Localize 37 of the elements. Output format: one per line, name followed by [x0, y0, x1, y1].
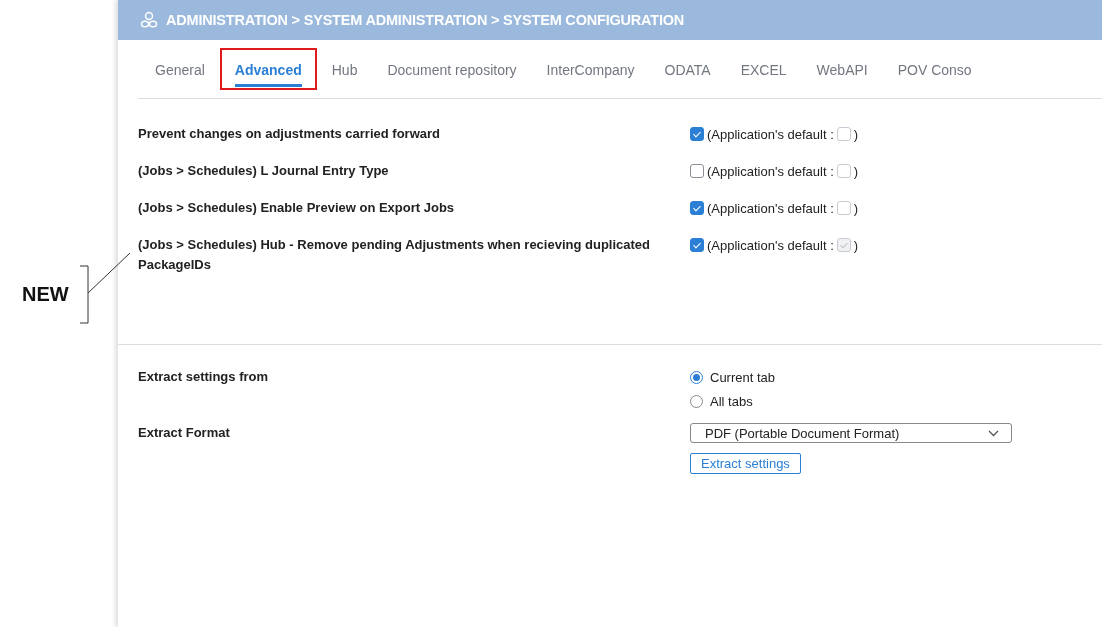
tab[interactable]: Document repository: [387, 50, 517, 87]
setting-label: Prevent changes on adjustments carried forward: [138, 125, 441, 143]
default-label: (Application's default :: [707, 126, 834, 142]
radio-option[interactable]: All tabs: [690, 394, 1012, 409]
leader-line: [87, 252, 131, 294]
checkbox[interactable]: [690, 238, 704, 252]
extract-format-label: Extract Format: [138, 424, 231, 442]
default-label-end: ): [853, 237, 859, 253]
setting-label: (Jobs > Schedules) Hub - Remove pending Adjustments when recieving duplicated PackageIDs: [138, 236, 652, 274]
extract-source-label: Extract settings from: [138, 368, 270, 386]
tab[interactable]: Hub: [331, 50, 358, 87]
checkbox[interactable]: [690, 164, 704, 178]
app-logo-icon: [140, 11, 158, 29]
checkbox[interactable]: [690, 201, 704, 215]
checkbox[interactable]: [690, 127, 704, 141]
default-label: (Application's default :: [707, 200, 834, 216]
tab[interactable]: ODATA: [664, 50, 711, 87]
default-label: (Application's default :: [707, 237, 834, 253]
radio-option[interactable]: Current tab: [690, 370, 1012, 385]
setting-label: (Jobs > Schedules) Enable Preview on Export Jobs: [138, 199, 456, 217]
tab[interactable]: Advanced: [234, 50, 302, 87]
extract-settings-button[interactable]: Extract settings: [690, 453, 801, 474]
bracket-drawing: [79, 265, 89, 324]
tab[interactable]: EXCEL: [740, 50, 787, 87]
setting-label: (Jobs > Schedules) L Journal Entry Type: [138, 162, 390, 180]
format-dropdown[interactable]: PDF (Portable Document Format): [690, 423, 1012, 443]
default-label: (Application's default :: [707, 163, 834, 179]
tab[interactable]: POV Conso: [897, 50, 972, 87]
default-label-end: ): [853, 126, 859, 142]
tab[interactable]: InterCompany: [546, 50, 635, 87]
tab[interactable]: WebAPI: [816, 50, 868, 87]
breadcrumb: ADMINISTRATION > SYSTEM ADMINISTRATION > SYSTEM CONFIGURATION: [166, 12, 685, 28]
default-label-end: ): [853, 163, 859, 179]
tab[interactable]: General: [155, 50, 205, 87]
annotation-label: NEW: [22, 283, 69, 306]
chevron-down-icon: [988, 429, 999, 437]
default-label-end: ): [853, 200, 859, 216]
